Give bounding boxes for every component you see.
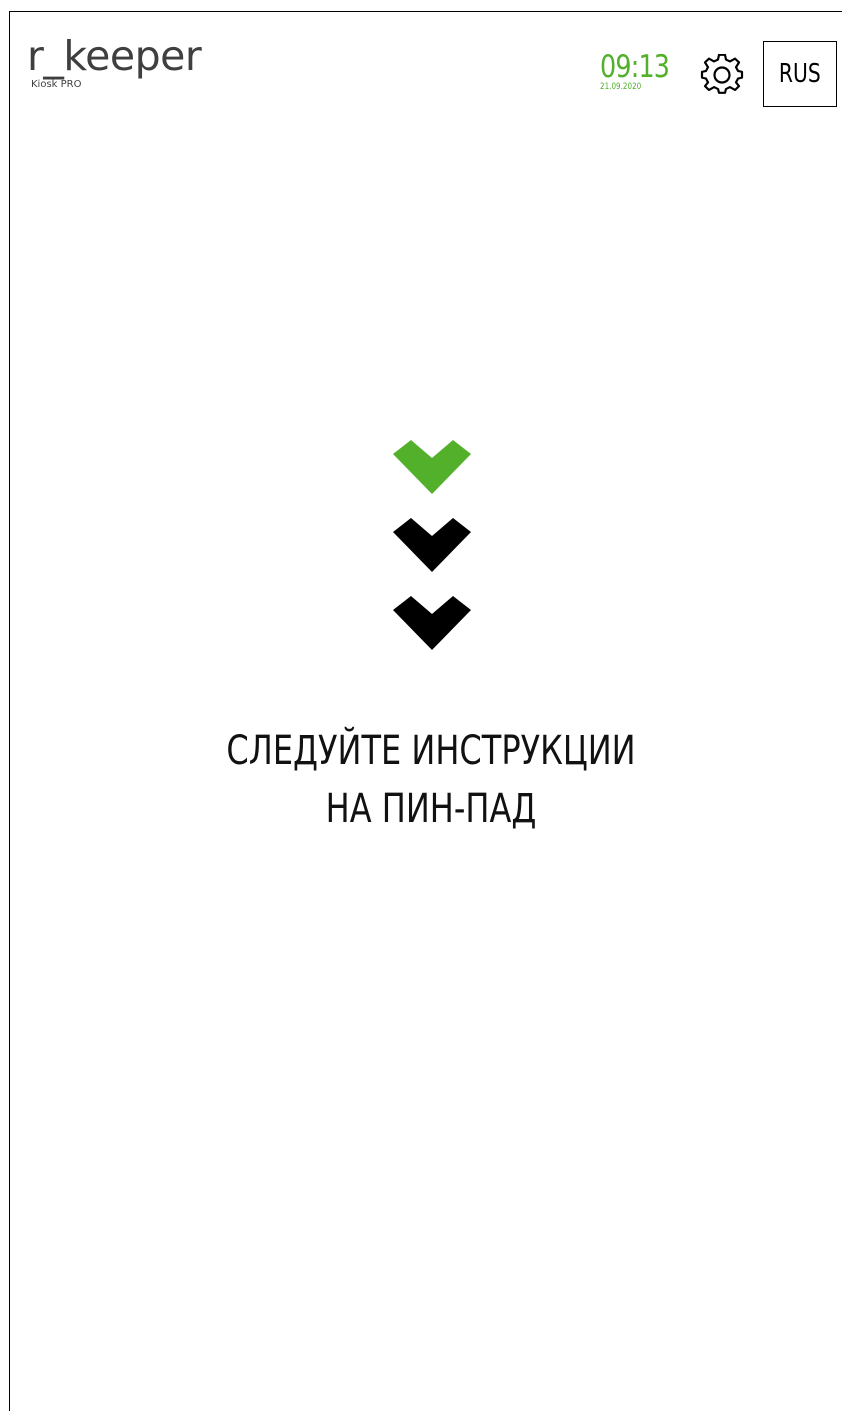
language-label: RUS (779, 59, 821, 89)
kiosk-screen (9, 11, 842, 1411)
instruction-line-1: СЛЕДУЙТЕ ИНСТРУКЦИИ (226, 728, 636, 774)
chevron-down-icon (393, 440, 471, 494)
logo-subtitle: Kiosk PRO (31, 79, 82, 90)
instruction-message: СЛЕДУЙТЕ ИНСТРУКЦИИ НА ПИН-ПАД (0, 722, 842, 838)
language-button[interactable]: RUS (763, 41, 837, 107)
chevron-stack (391, 436, 473, 656)
clock: 09:13 21.09.2020 (600, 52, 684, 92)
app-logo: r_keeper Kiosk PRO (27, 32, 202, 91)
gear-icon[interactable] (700, 53, 744, 98)
clock-date: 21.09.2020 (600, 82, 642, 92)
clock-time: 09:13 (600, 49, 670, 85)
logo-text: r_keeper (27, 32, 202, 80)
chevron-down-icon (393, 518, 471, 572)
instruction-line-2: НА ПИН-ПАД (325, 786, 537, 832)
chevron-down-icon (393, 596, 471, 650)
